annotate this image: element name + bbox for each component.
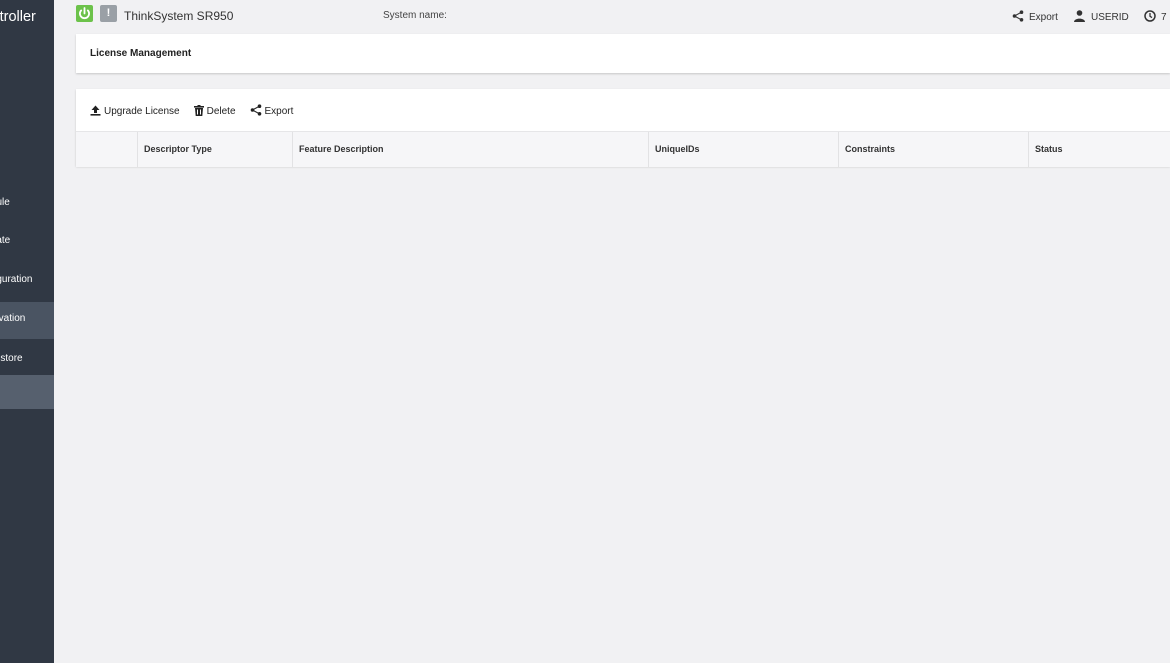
upgrade-license-button[interactable]: Upgrade License xyxy=(90,104,180,119)
sidebar-brand: Controller xyxy=(0,9,36,25)
sidebar-item-label: Module xyxy=(0,197,10,208)
sidebar-item-backup-restore[interactable]: Backup and Restore xyxy=(0,344,54,374)
sidebar-item-module[interactable]: Module xyxy=(0,188,54,218)
sidebar-item-activation[interactable]: Activation xyxy=(0,302,54,339)
sidebar-item-update[interactable]: Update xyxy=(0,226,54,256)
sidebar-item-label: Update xyxy=(0,235,11,246)
upgrade-license-label: Upgrade License xyxy=(104,106,180,117)
upload-icon xyxy=(90,105,101,119)
export-button[interactable]: Export xyxy=(250,104,294,119)
top-export-button[interactable]: Export xyxy=(1012,10,1058,25)
delete-label: Delete xyxy=(206,106,236,117)
power-icon[interactable] xyxy=(76,5,93,22)
top-export-label: Export xyxy=(1029,12,1058,23)
sidebar-item-label: Backup and Restore xyxy=(0,353,23,364)
column-header-descriptor-type[interactable]: Descriptor Type xyxy=(137,132,292,167)
export-label: Export xyxy=(264,106,294,117)
delete-button[interactable]: Delete xyxy=(193,104,236,119)
license-toolbar: Upgrade License Delete Export xyxy=(90,104,293,119)
sidebar-item-configuration[interactable]: Configuration xyxy=(0,265,54,295)
column-header-status[interactable]: Status xyxy=(1028,132,1170,167)
sidebar-item-license[interactable] xyxy=(0,375,54,409)
user-icon xyxy=(1074,10,1085,25)
column-header-uniqueids[interactable]: UniqueIDs xyxy=(648,132,838,167)
license-panel: Upgrade License Delete Export Descriptor… xyxy=(76,89,1170,167)
system-name-label: System name: xyxy=(383,10,447,21)
sidebar-item-label: Activation xyxy=(0,313,26,324)
license-table-header: Descriptor Type Feature Description Uniq… xyxy=(76,131,1170,167)
user-label: USERID xyxy=(1091,12,1129,23)
share-icon xyxy=(250,104,262,119)
column-header-constraints[interactable]: Constraints xyxy=(838,132,1028,167)
product-name: ThinkSystem SR950 xyxy=(124,9,234,23)
column-header-feature-description[interactable]: Feature Description xyxy=(292,132,648,167)
user-menu[interactable]: USERID xyxy=(1074,10,1129,25)
top-bar: ! ThinkSystem SR950 System name: Export … xyxy=(54,0,1170,32)
trash-icon xyxy=(193,104,204,119)
clock-icon xyxy=(1144,10,1156,25)
clock-label: 7 xyxy=(1161,12,1167,23)
session-timer[interactable]: 7 xyxy=(1144,10,1167,25)
page-header-card: License Management xyxy=(76,34,1170,73)
share-icon xyxy=(1012,10,1024,25)
alert-icon[interactable]: ! xyxy=(100,5,117,22)
sidebar-item-label: Configuration xyxy=(0,274,33,285)
column-header-select[interactable] xyxy=(76,132,137,167)
page-title: License Management xyxy=(90,48,192,59)
sidebar: Controller Module Update Configuration A… xyxy=(0,0,54,663)
